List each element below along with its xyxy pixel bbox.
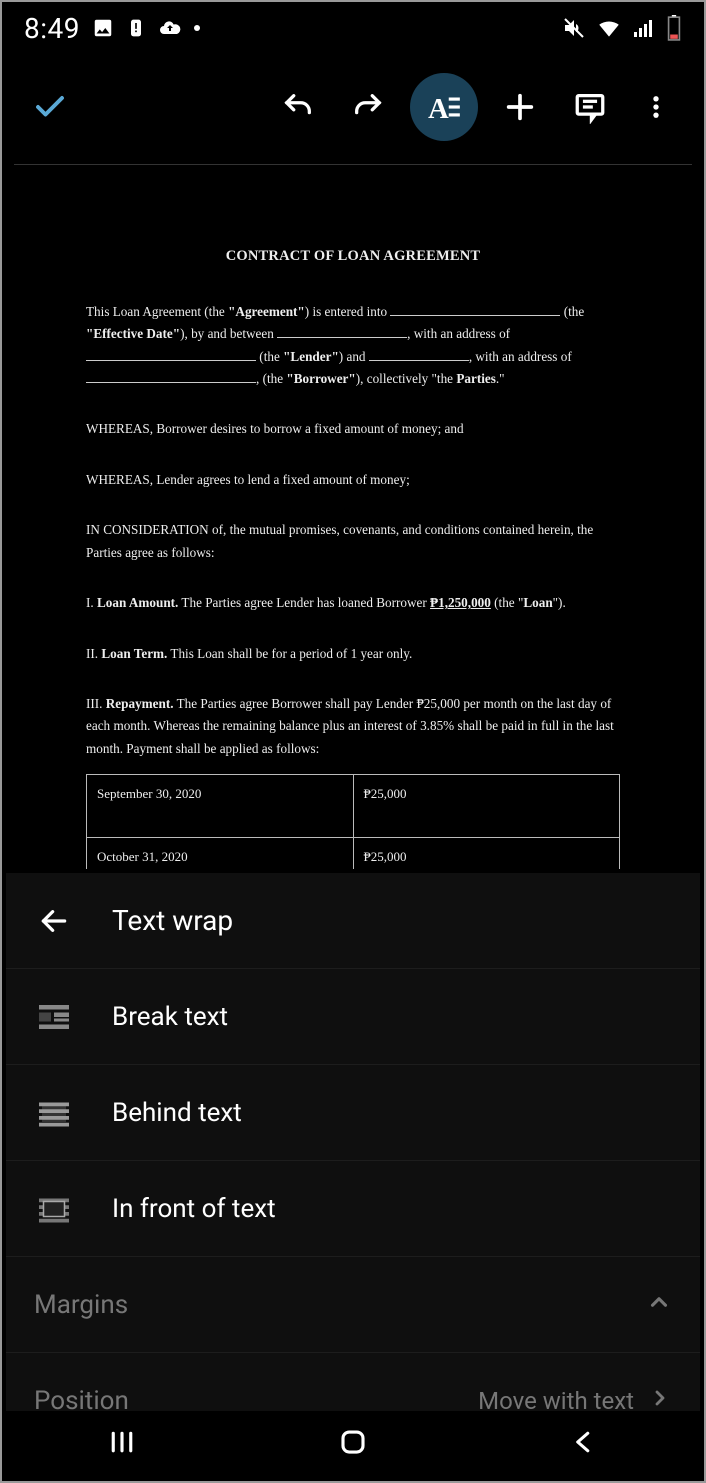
document-canvas[interactable]: CONTRACT OF LOAN AGREEMENT This Loan Agr… (6, 168, 700, 869)
option-label: Break text (112, 1002, 228, 1032)
comment-button[interactable] (562, 79, 618, 135)
doc-section-3: III. Repayment. The Parties agree Borrow… (86, 693, 620, 760)
alert-icon (126, 18, 146, 38)
undo-button[interactable] (270, 79, 326, 135)
status-clock: 8:49 (24, 12, 80, 45)
table-row: October 31, 2020₱25,000 (87, 838, 620, 869)
in-front-of-text-icon (34, 1191, 74, 1227)
image-icon (92, 17, 114, 39)
option-behind-text[interactable]: Behind text (6, 1065, 700, 1161)
doc-title: CONTRACT OF LOAN AGREEMENT (86, 244, 620, 269)
option-label: In front of text (112, 1194, 276, 1224)
doc-section-2: II. Loan Term. This Loan shall be for a … (86, 643, 620, 665)
break-text-icon (34, 999, 74, 1035)
option-in-front-of-text[interactable]: In front of text (6, 1161, 700, 1257)
doc-whereas-2: WHEREAS, Lender agrees to lend a fixed a… (86, 469, 620, 491)
behind-text-icon (34, 1095, 74, 1131)
doc-section-1: I. Loan Amount. The Parties agree Lender… (86, 592, 620, 614)
back-nav-button[interactable] (569, 1427, 599, 1461)
doc-consideration: IN CONSIDERATION of, the mutual promises… (86, 519, 620, 564)
insert-button[interactable] (492, 79, 548, 135)
redo-button[interactable] (340, 79, 396, 135)
mute-icon (562, 16, 586, 40)
svg-text:A: A (428, 94, 449, 125)
sheet-header: Text wrap (6, 873, 700, 969)
battery-icon (666, 15, 682, 41)
system-nav-bar (6, 1411, 700, 1477)
recents-button[interactable] (107, 1427, 137, 1461)
chevron-up-icon (646, 1289, 672, 1321)
format-button[interactable]: A (410, 73, 478, 141)
editor-toolbar: A (2, 62, 704, 152)
text-wrap-sheet: Text wrap Break text Behind text In fron… (6, 873, 700, 1411)
back-button[interactable] (34, 905, 74, 937)
home-button[interactable] (338, 1427, 368, 1461)
sheet-title: Text wrap (112, 904, 233, 937)
margins-label: Margins (34, 1290, 128, 1320)
menu-button[interactable] (628, 79, 684, 135)
option-break-text[interactable]: Break text (6, 969, 700, 1065)
toolbar-divider (14, 164, 692, 165)
margins-row: Margins (6, 1257, 700, 1353)
status-bar: 8:49 (2, 2, 704, 54)
option-label: Behind text (112, 1098, 242, 1128)
confirm-button[interactable] (22, 79, 78, 135)
table-row: September 30, 2020₱25,000 (87, 775, 620, 838)
dot-icon (194, 25, 200, 31)
signal-icon (632, 16, 656, 40)
cloud-icon (158, 16, 182, 40)
doc-intro-paragraph: This Loan Agreement (the "Agreement") is… (86, 301, 620, 391)
doc-whereas-1: WHEREAS, Borrower desires to borrow a fi… (86, 418, 620, 440)
wifi-icon (596, 15, 622, 41)
repayment-table: September 30, 2020₱25,000 October 31, 20… (86, 774, 620, 869)
